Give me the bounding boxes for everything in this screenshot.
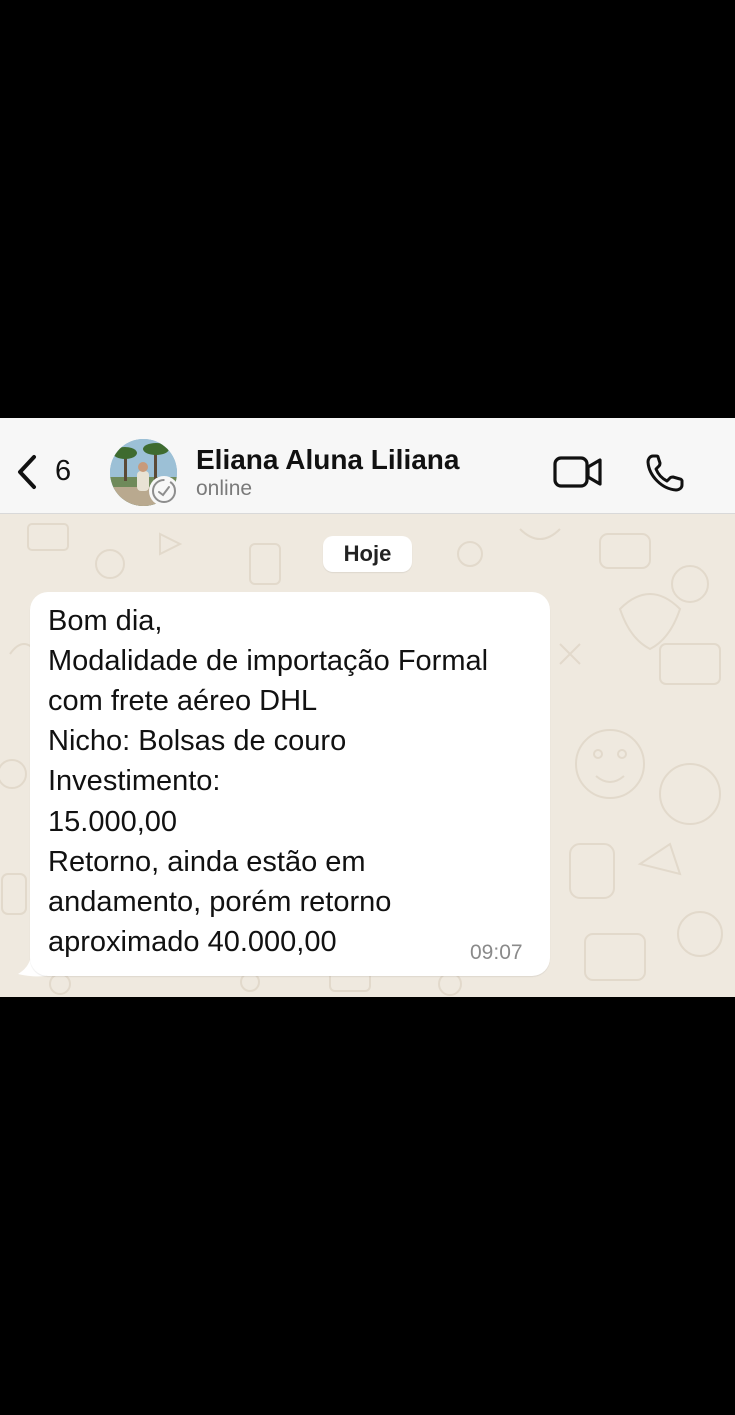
message-line: 15.000,00: [48, 806, 178, 838]
status-clock-icon: [152, 479, 176, 503]
chat-header: 6 Eliana Aluna Liliana online: [0, 418, 735, 514]
message-line: Retorno, ainda estão em: [48, 846, 366, 878]
video-call-icon[interactable]: [553, 455, 603, 489]
status-update-badge: [149, 476, 179, 506]
message-line: Nicho: Bolsas de couro: [48, 725, 347, 757]
chevron-left-icon[interactable]: [12, 452, 42, 492]
contact-name[interactable]: Eliana Aluna Liliana: [196, 444, 459, 476]
contact-status: online: [196, 477, 253, 500]
message-line: Modalidade de importação Formal: [48, 645, 489, 677]
phone-icon[interactable]: [644, 452, 686, 494]
chat-screen: 6 Eliana Aluna Liliana online Hoje Bom d…: [0, 418, 735, 997]
message-line: aproximado 40.000,00: [48, 926, 337, 958]
message-line: com frete aéreo DHL: [48, 685, 318, 717]
message-line: Bom dia,: [48, 605, 163, 637]
message-line: Investimento:: [48, 765, 221, 797]
back-unread-count[interactable]: 6: [55, 455, 71, 488]
message-line: andamento, porém retorno: [48, 886, 392, 918]
message-timestamp: 09:07: [470, 941, 523, 964]
date-separator: Hoje: [323, 536, 412, 572]
